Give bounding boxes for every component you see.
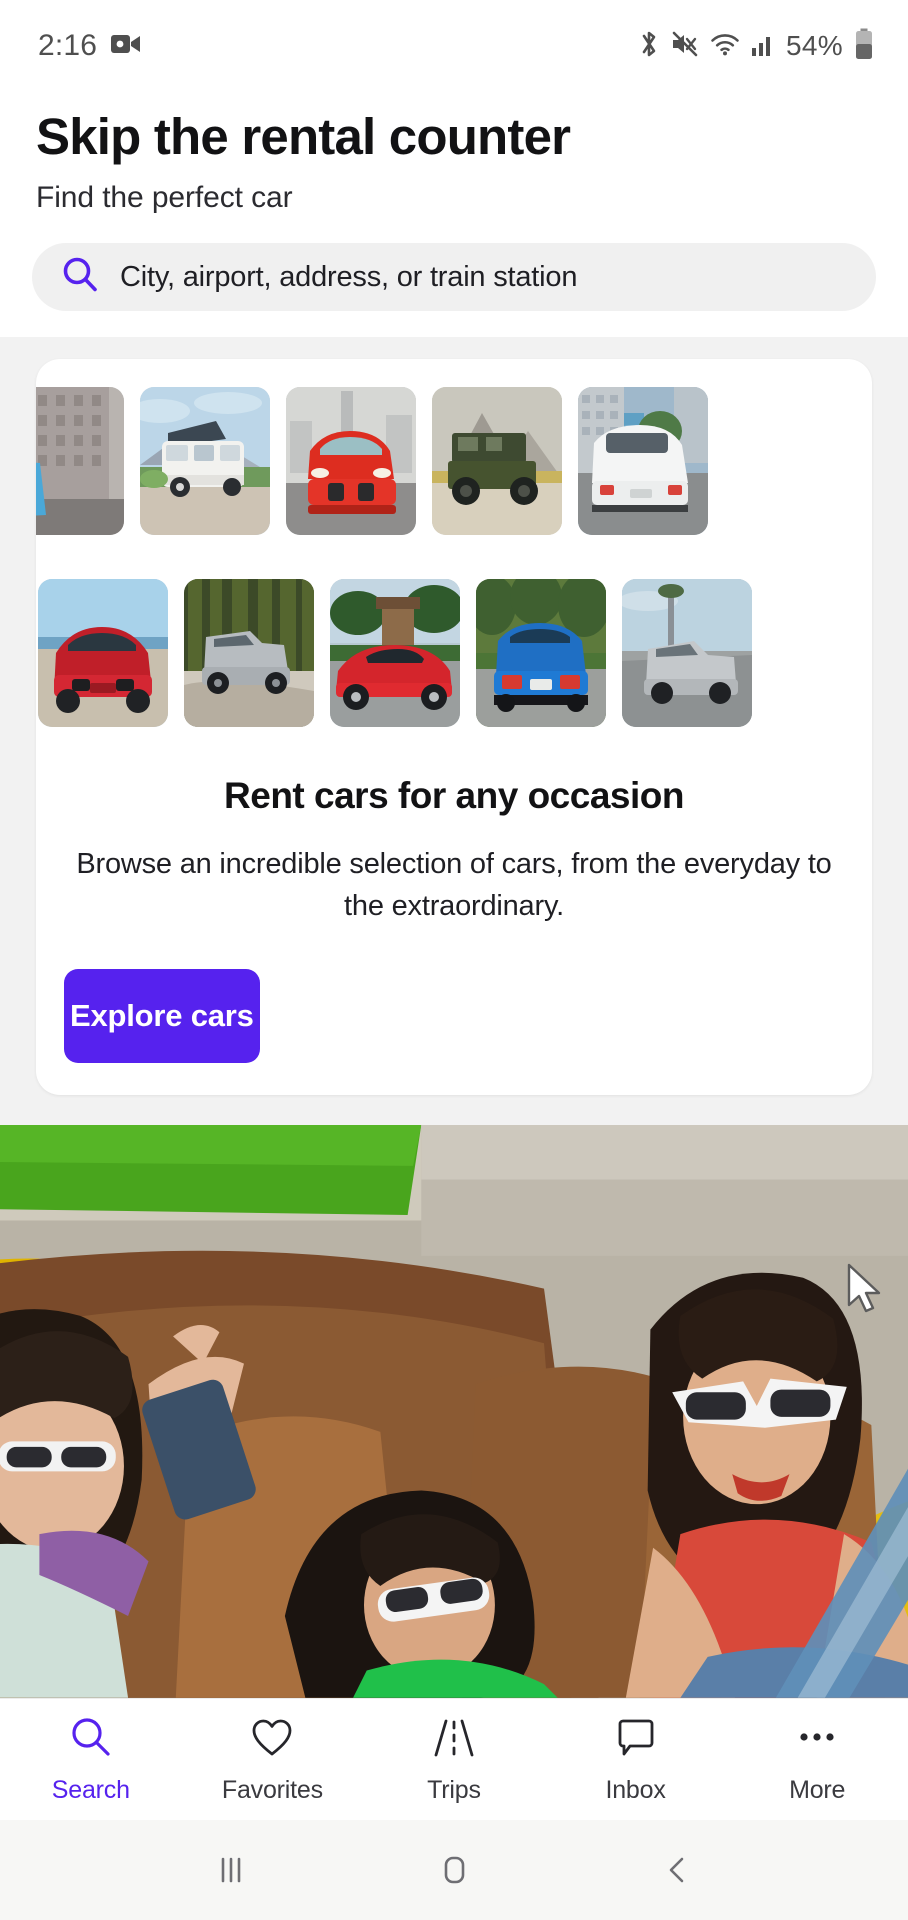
mute-icon [671, 30, 699, 63]
car-tile-white-hatchback-city[interactable] [578, 387, 708, 536]
tab-search[interactable]: Search [0, 1715, 182, 1805]
status-bar-right: 54% [638, 28, 874, 65]
car-tile-silver-truck-coastal-road[interactable] [622, 579, 752, 728]
phone-screen: 2:16 54% Skip the rental counter Find th… [0, 0, 908, 1920]
car-tile-white-camper-van-mountains[interactable] [140, 387, 270, 536]
status-bar-left: 2:16 [38, 29, 141, 63]
promo-card: Rent cars for any occasion Browse an inc… [36, 359, 872, 1096]
search-section: City, airport, address, or train station [0, 215, 908, 338]
tab-label-inbox: Inbox [605, 1776, 666, 1804]
tab-label-trips: Trips [427, 1776, 481, 1804]
tab-more[interactable]: More [726, 1715, 908, 1805]
promo-card-description: Browse an incredible selection of cars, … [76, 848, 832, 923]
tab-trips[interactable]: Trips [363, 1715, 545, 1805]
battery-percent-label: 54% [786, 30, 843, 61]
battery-icon [854, 28, 874, 65]
bluetooth-icon [638, 29, 660, 64]
car-gallery-row-1[interactable] [36, 359, 872, 536]
android-navigation-bar [0, 1820, 908, 1920]
road-icon [431, 1715, 477, 1766]
home-icon[interactable] [409, 1840, 499, 1900]
car-tile-red-suv-front-city[interactable] [286, 387, 416, 536]
chat-bubble-icon [613, 1715, 659, 1766]
car-tile-silver-pickup-truck-forest[interactable] [184, 579, 314, 728]
cellular-signal-icon [751, 31, 775, 62]
back-icon[interactable] [632, 1840, 722, 1900]
car-tile-blue-sports-car-city[interactable] [36, 387, 124, 536]
bottom-tab-bar: Search Favorites Trips Inbox More [0, 1698, 908, 1820]
video-camera-icon [111, 33, 141, 60]
ellipsis-icon [794, 1715, 840, 1766]
tab-favorites[interactable]: Favorites [182, 1715, 364, 1805]
page-title: Skip the rental counter [36, 108, 571, 165]
search-icon [60, 255, 100, 300]
car-tile-blue-muscle-car-rear-palms[interactable] [476, 579, 606, 728]
wifi-icon [710, 31, 740, 62]
car-tile-red-sports-car-palms[interactable] [330, 579, 460, 728]
explore-cars-button[interactable]: Explore cars [64, 969, 260, 1064]
content-area: Rent cars for any occasion Browse an inc… [0, 337, 908, 1698]
car-tile-red-convertible-beach[interactable] [38, 579, 168, 728]
search-icon [68, 1715, 114, 1766]
page-subtitle: Find the perfect car [36, 181, 293, 215]
car-tile-green-off-road-suv-desert[interactable] [432, 387, 562, 536]
hero-image-women-in-convertible [0, 1125, 908, 1698]
recents-icon[interactable] [186, 1840, 276, 1900]
page-header: Skip the rental counter Find the perfect… [0, 92, 908, 216]
promo-card-title: Rent cars for any occasion [224, 775, 684, 817]
tab-inbox[interactable]: Inbox [545, 1715, 727, 1805]
search-placeholder: City, airport, address, or train station [120, 260, 578, 293]
car-gallery-row-2[interactable] [38, 551, 872, 728]
tab-label-favorites: Favorites [221, 1776, 323, 1804]
tab-label-search: Search [51, 1776, 130, 1804]
search-input[interactable]: City, airport, address, or train station [32, 243, 876, 312]
heart-icon [249, 1715, 295, 1766]
status-bar-clock: 2:16 [38, 29, 98, 62]
status-bar: 2:16 54% [0, 0, 908, 92]
tab-label-more: More [789, 1776, 846, 1804]
